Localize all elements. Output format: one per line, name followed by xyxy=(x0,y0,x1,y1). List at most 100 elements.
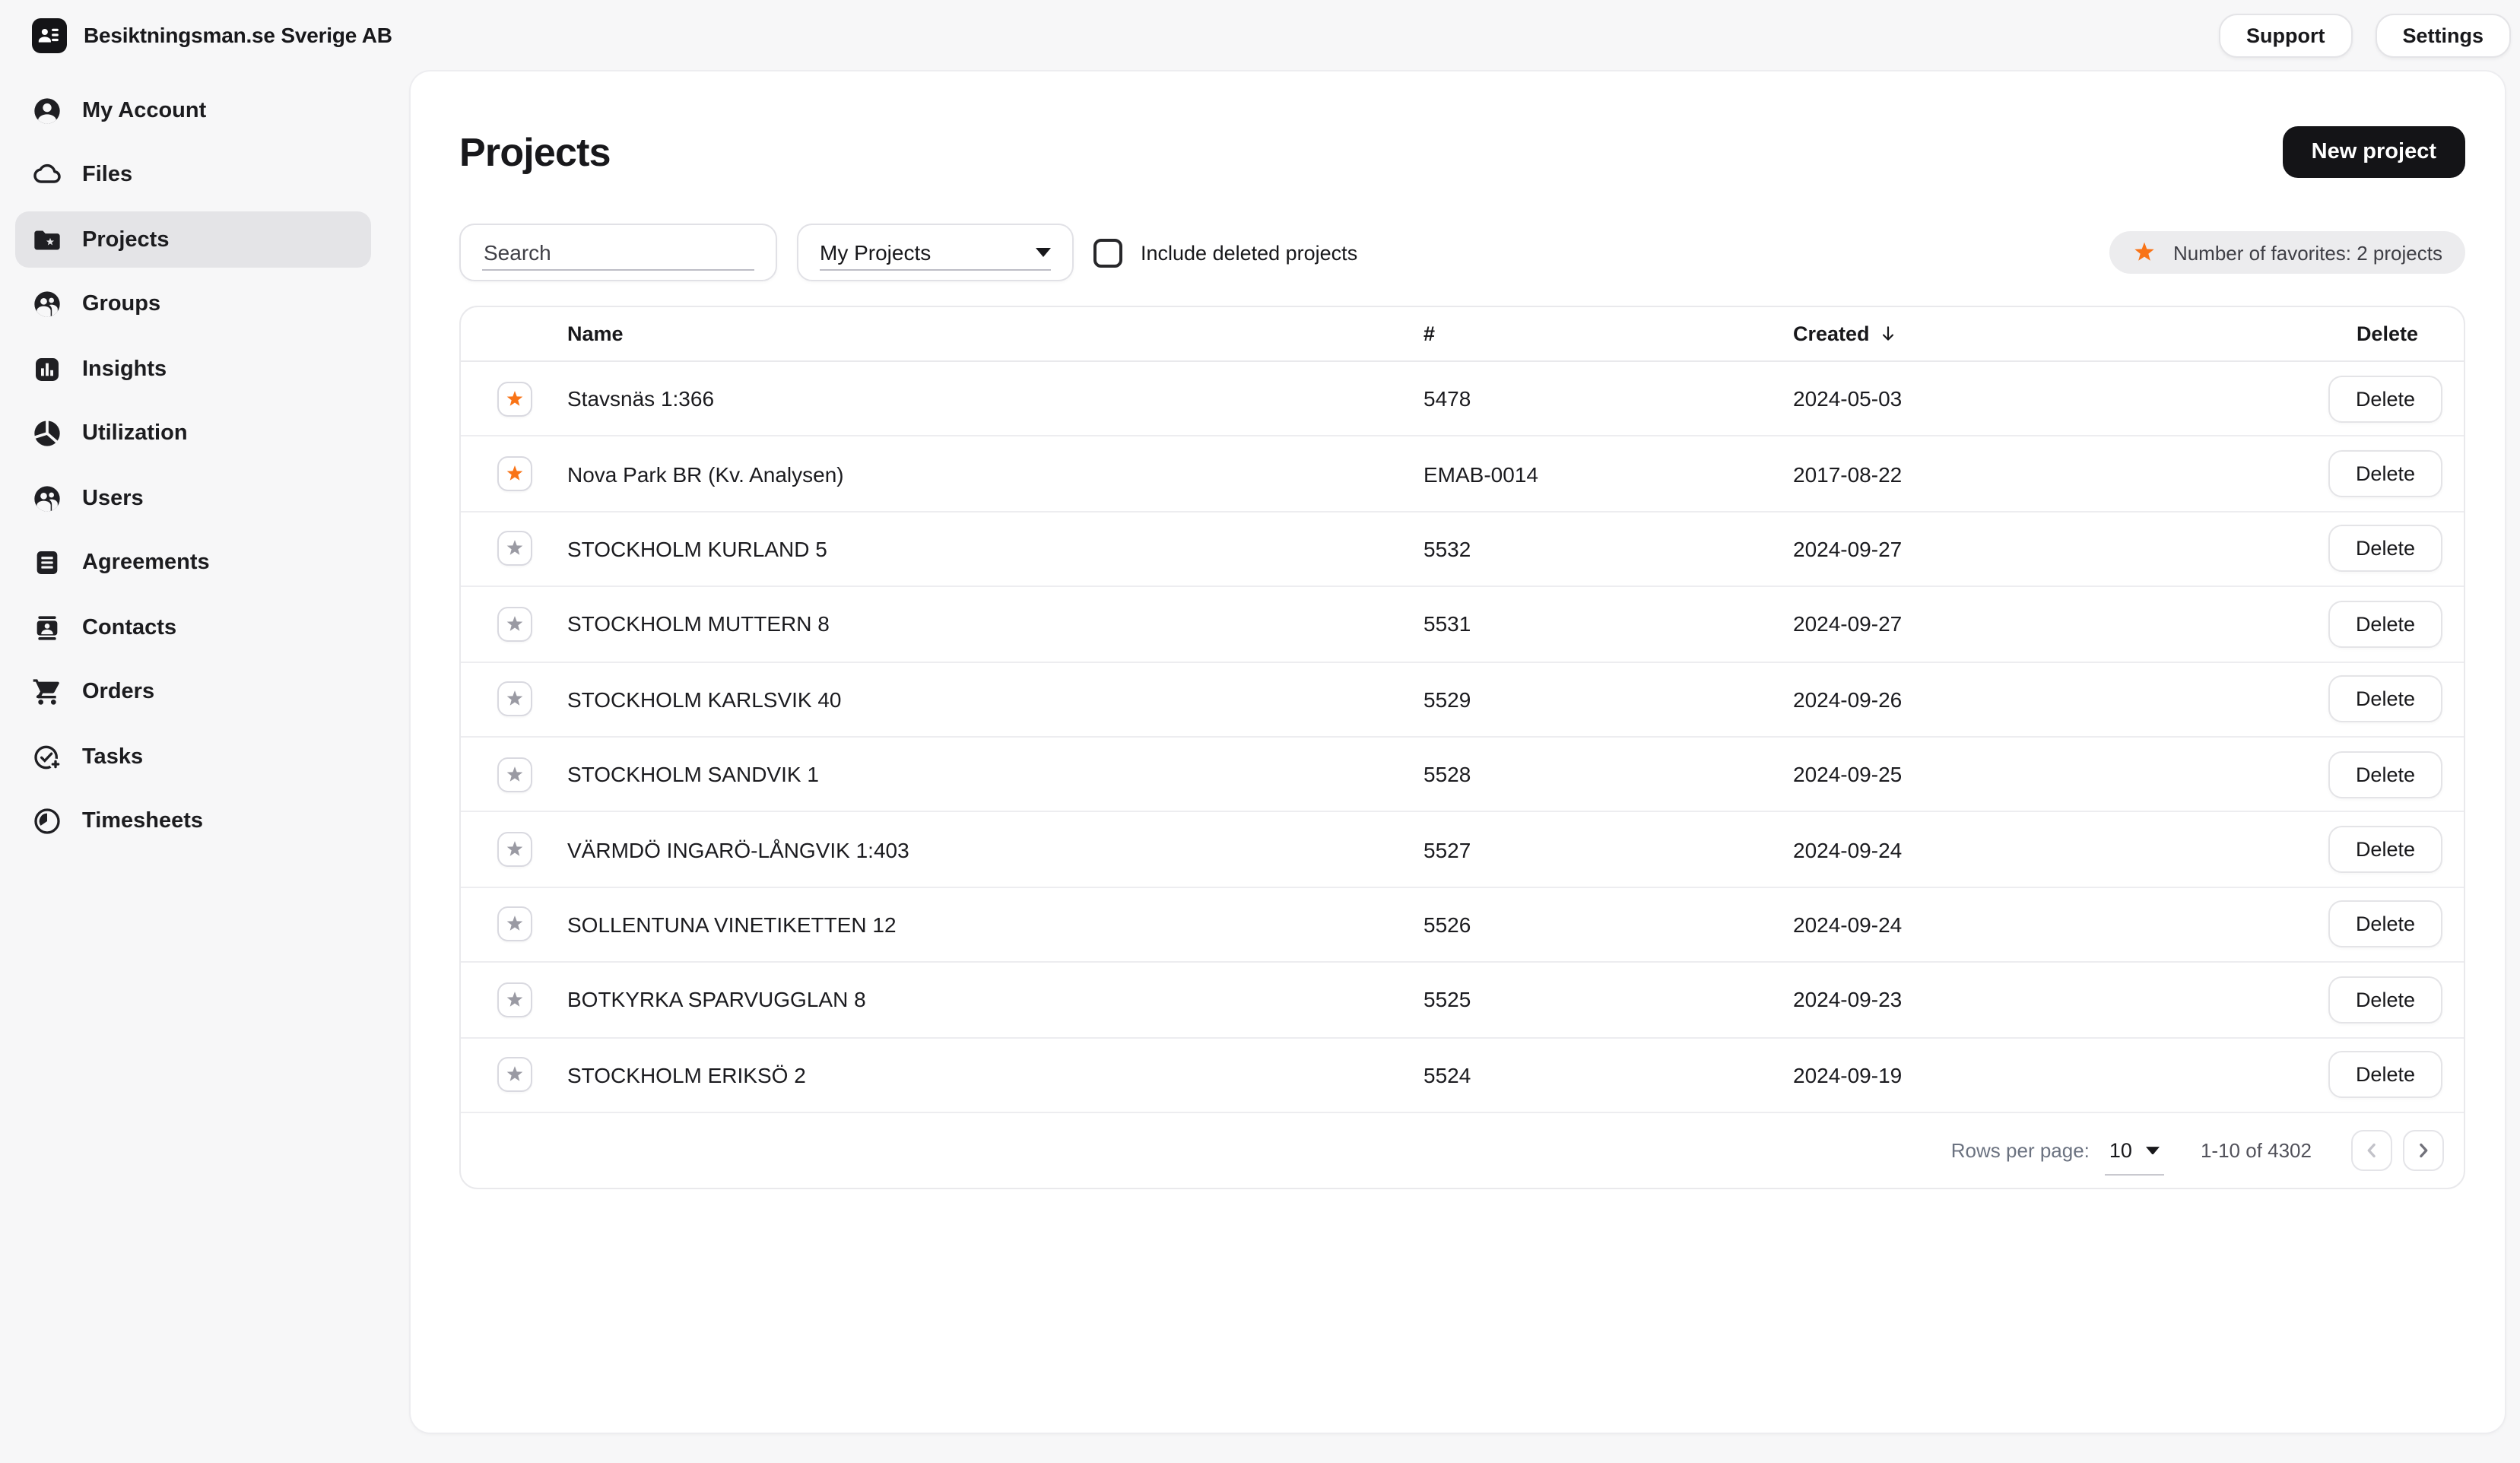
pager xyxy=(2351,1130,2444,1171)
table-row[interactable]: STOCKHOLM KURLAND 5 5532 2024-09-27 Dele… xyxy=(461,513,2464,588)
chevron-down-icon xyxy=(1036,248,1051,257)
delete-button[interactable]: Delete xyxy=(2328,751,2442,798)
project-name: Nova Park BR (Kv. Analysen) xyxy=(567,462,1423,486)
delete-button[interactable]: Delete xyxy=(2328,525,2442,573)
cloud-icon xyxy=(32,160,62,190)
table-row[interactable]: SOLLENTUNA VINETIKETTEN 12 5526 2024-09-… xyxy=(461,887,2464,963)
table-row[interactable]: STOCKHOLM KARLSVIK 40 5529 2024-09-26 De… xyxy=(461,662,2464,738)
sidebar-item-contacts[interactable]: Contacts xyxy=(15,599,371,655)
favorite-cell xyxy=(461,607,567,642)
bar-chart-icon xyxy=(32,354,62,384)
table-row[interactable]: STOCKHOLM SANDVIK 1 5528 2024-09-25 Dele… xyxy=(461,738,2464,813)
sidebar-item-label: Files xyxy=(82,163,132,187)
sidebar-item-label: Users xyxy=(82,486,144,510)
name-column-header[interactable]: Name xyxy=(567,322,1423,345)
favorite-cell xyxy=(461,532,567,566)
include-deleted-label: Include deleted projects xyxy=(1141,241,1357,264)
star-icon xyxy=(504,1065,524,1084)
project-filter-select[interactable]: My Projects xyxy=(797,224,1074,281)
chevron-down-icon xyxy=(2146,1146,2160,1154)
favorite-toggle-button[interactable] xyxy=(497,757,532,792)
delete-cell: Delete xyxy=(2328,976,2464,1023)
project-name: STOCKHOLM MUTTERN 8 xyxy=(567,612,1423,636)
favorite-toggle-button[interactable] xyxy=(497,832,532,867)
chevron-right-icon xyxy=(2412,1139,2435,1162)
project-created-date: 2024-09-24 xyxy=(1793,912,2220,937)
table-row[interactable]: VÄRMDÖ INGARÖ-LÅNGVIK 1:403 5527 2024-09… xyxy=(461,813,2464,888)
table-row[interactable]: STOCKHOLM ERIKSÖ 2 5524 2024-09-19 Delet… xyxy=(461,1038,2464,1112)
favorites-summary: Number of favorites: 2 projects xyxy=(2173,241,2442,264)
delete-button[interactable]: Delete xyxy=(2328,1051,2442,1098)
delete-button[interactable]: Delete xyxy=(2328,450,2442,497)
sidebar-item-agreements[interactable]: Agreements xyxy=(15,535,371,591)
favorite-toggle-button[interactable] xyxy=(497,456,532,491)
sidebar-item-utilization[interactable]: Utilization xyxy=(15,405,371,462)
favorite-toggle-button[interactable] xyxy=(497,1057,532,1092)
table-row[interactable]: BOTKYRKA SPARVUGGLAN 8 5525 2024-09-23 D… xyxy=(461,963,2464,1038)
favorite-toggle-button[interactable] xyxy=(497,532,532,566)
include-deleted-checkbox[interactable] xyxy=(1093,238,1122,267)
project-name: SOLLENTUNA VINETIKETTEN 12 xyxy=(567,912,1423,937)
sidebar-item-users[interactable]: Users xyxy=(15,470,371,526)
sidebar-item-my-account[interactable]: My Account xyxy=(15,82,371,138)
favorite-cell xyxy=(461,1057,567,1092)
project-created-date: 2024-09-27 xyxy=(1793,537,2220,561)
sidebar-item-tasks[interactable]: Tasks xyxy=(15,728,371,785)
project-number: 5527 xyxy=(1423,837,1793,862)
table-row[interactable]: Nova Park BR (Kv. Analysen) EMAB-0014 20… xyxy=(461,437,2464,513)
shopping-cart-icon xyxy=(32,677,62,707)
support-button[interactable]: Support xyxy=(2219,13,2353,57)
number-column-header[interactable]: # xyxy=(1423,322,1793,345)
sidebar-item-timesheets[interactable]: Timesheets xyxy=(15,793,371,849)
created-column-header[interactable]: Created xyxy=(1793,322,2220,345)
star-icon xyxy=(504,690,524,709)
new-project-button[interactable]: New project xyxy=(2283,126,2465,178)
delete-button[interactable]: Delete xyxy=(2328,826,2442,873)
star-icon xyxy=(504,464,524,484)
sidebar-item-groups[interactable]: Groups xyxy=(15,276,371,332)
project-number: 5524 xyxy=(1423,1062,1793,1087)
chevron-left-icon xyxy=(2360,1139,2383,1162)
star-icon xyxy=(504,764,524,784)
delete-button[interactable]: Delete xyxy=(2328,901,2442,948)
favorite-toggle-button[interactable] xyxy=(497,607,532,642)
search-input[interactable] xyxy=(461,240,776,265)
delete-button[interactable]: Delete xyxy=(2328,375,2442,422)
sidebar-item-projects[interactable]: Projects xyxy=(15,211,371,268)
page-header: Projects New project xyxy=(411,71,2505,178)
sidebar-item-files[interactable]: Files xyxy=(15,147,371,203)
star-icon xyxy=(504,990,524,1010)
favorite-cell xyxy=(461,907,567,942)
delete-cell: Delete xyxy=(2328,1051,2464,1098)
table-row[interactable]: Stavsnäs 1:366 5478 2024-05-03 Delete xyxy=(461,362,2464,437)
user-circle-icon xyxy=(32,95,62,125)
settings-button[interactable]: Settings xyxy=(2375,13,2511,57)
favorites-badge: Number of favorites: 2 projects xyxy=(2109,231,2465,274)
project-number: EMAB-0014 xyxy=(1423,462,1793,486)
delete-column-header: Delete xyxy=(2357,322,2464,345)
people-circle-icon xyxy=(32,483,62,513)
favorite-toggle-button[interactable] xyxy=(497,381,532,416)
favorite-toggle-button[interactable] xyxy=(497,982,532,1017)
sidebar-item-orders[interactable]: Orders xyxy=(15,664,371,720)
previous-page-button[interactable] xyxy=(2351,1130,2392,1171)
pagination-range: 1-10 of 4302 xyxy=(2201,1139,2312,1162)
table-row[interactable]: STOCKHOLM MUTTERN 8 5531 2024-09-27 Dele… xyxy=(461,587,2464,662)
star-icon xyxy=(504,614,524,634)
favorite-toggle-button[interactable] xyxy=(497,682,532,717)
delete-button[interactable]: Delete xyxy=(2328,676,2442,723)
company-name: Besiktningsman.se Sverige AB xyxy=(84,23,392,47)
sidebar-item-insights[interactable]: Insights xyxy=(15,341,371,397)
sidebar-item-label: Contacts xyxy=(82,615,176,639)
favorite-toggle-button[interactable] xyxy=(497,907,532,942)
delete-button[interactable]: Delete xyxy=(2328,601,2442,648)
projects-table: Name # Created Delete Stavsnäs 1:366 547… xyxy=(459,306,2465,1189)
delete-button[interactable]: Delete xyxy=(2328,976,2442,1023)
include-deleted-option[interactable]: Include deleted projects xyxy=(1093,238,1357,267)
next-page-button[interactable] xyxy=(2403,1130,2444,1171)
filter-bar: My Projects Include deleted projects Num… xyxy=(411,178,2505,281)
rows-per-page-select[interactable]: 10 xyxy=(2109,1139,2160,1162)
folder-star-icon xyxy=(32,224,62,255)
project-name: Stavsnäs 1:366 xyxy=(567,386,1423,411)
star-icon xyxy=(504,539,524,559)
